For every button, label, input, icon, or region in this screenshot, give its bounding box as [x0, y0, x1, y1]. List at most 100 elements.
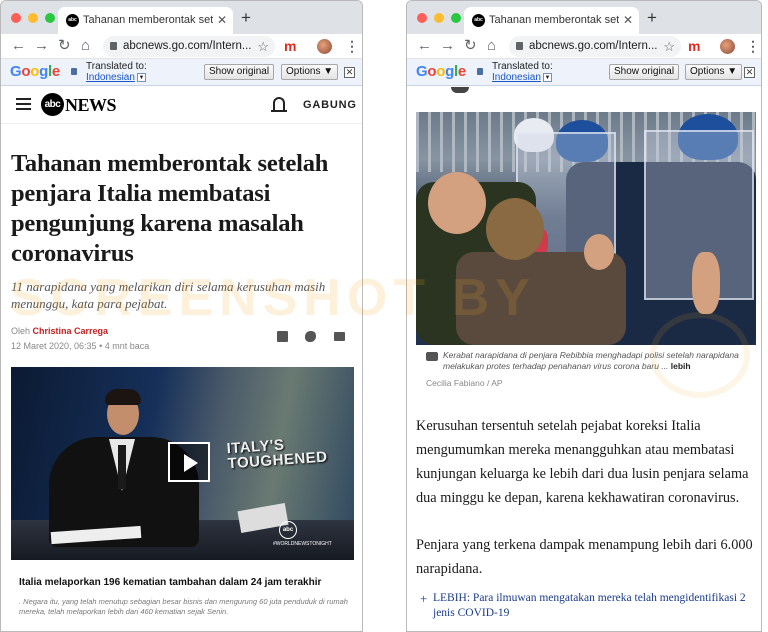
translate-close-icon[interactable]: ✕: [744, 67, 755, 78]
photo-hand: [584, 234, 614, 270]
tab-title: Tahanan memberontak setelah p: [489, 14, 619, 26]
profile-avatar[interactable]: [317, 39, 332, 54]
plus-icon: +: [420, 591, 428, 606]
translate-options-button[interactable]: Options ▼: [685, 64, 743, 80]
translate-lock-icon: [477, 68, 483, 75]
join-link[interactable]: GABUNG: [303, 98, 357, 112]
home-icon[interactable]: ⌂: [487, 37, 496, 55]
email-share-icon[interactable]: [334, 332, 345, 341]
lock-icon: [110, 42, 117, 50]
video-anchor-tie: [118, 445, 126, 489]
browser-toolbar: ← → ↻ ⌂ abcnews.go.com/Intern... ☆ m ⋮: [407, 34, 761, 59]
language-select[interactable]: Indonesian ▼: [492, 72, 552, 83]
hamburger-menu-icon[interactable]: [16, 98, 31, 110]
google-logo: Google: [416, 63, 466, 80]
window-controls: [11, 13, 55, 23]
language-dropdown-icon: ▼: [542, 72, 552, 82]
related-story-link[interactable]: + LEBIH: Para ilmuwan mengatakan mereka …: [420, 591, 753, 621]
translate-bar: Google Translated to: Indonesian ▼ Show o…: [407, 59, 761, 86]
minimize-window-button[interactable]: [434, 13, 444, 23]
browser-toolbar: ← → ↻ ⌂ abcnews.go.com/Intern... ☆ m ⋮: [1, 34, 362, 59]
browser-window-left: abc Tahanan memberontak setelah p ✕ + ← …: [0, 0, 363, 632]
play-icon[interactable]: [168, 442, 210, 482]
maximize-window-button[interactable]: [45, 13, 55, 23]
bell-icon[interactable]: [271, 97, 287, 112]
video-anchor-hair: [105, 389, 141, 405]
tab-bar: abc Tahanan memberontak setelah p ✕ +: [407, 1, 761, 34]
article-subhead: 11 narapidana yang melarikan diri selama…: [11, 279, 326, 311]
article-paragraph: Penjara yang terkena dampak menampung le…: [416, 537, 753, 577]
photo-credit: Cecilia Fabiano / AP: [426, 378, 503, 388]
video-abc-badge: abc: [279, 521, 297, 539]
translate-close-icon[interactable]: ✕: [344, 67, 355, 78]
article-photo[interactable]: [416, 112, 756, 345]
video-description: . Negara itu, yang telah menutup sebagia…: [19, 597, 348, 616]
reload-icon[interactable]: ↻: [464, 37, 477, 55]
close-tab-icon[interactable]: ✕: [217, 7, 227, 34]
article-headline: Tahanan memberontak setelah penjara Ital…: [11, 150, 329, 267]
forward-icon[interactable]: →: [34, 37, 49, 55]
minimize-window-button[interactable]: [28, 13, 38, 23]
video-hashtag: #WORLDNEWSTONIGHT: [273, 541, 332, 547]
maximize-window-button[interactable]: [451, 13, 461, 23]
address-url: abcnews.go.com/Intern...: [123, 40, 252, 52]
browser-menu-icon[interactable]: ⋮: [746, 37, 760, 55]
abc-favicon-icon: abc: [472, 14, 485, 27]
facebook-share-icon[interactable]: [277, 331, 288, 342]
photo-arm: [692, 252, 720, 314]
scrolled-avatar: [451, 87, 469, 93]
new-tab-button[interactable]: +: [647, 8, 657, 28]
caption-more-link[interactable]: lebih: [671, 361, 691, 371]
forward-icon[interactable]: →: [440, 37, 455, 55]
dateline: 12 Maret 2020, 06:35 • 4 mnt baca: [11, 340, 149, 352]
close-window-button[interactable]: [11, 13, 21, 23]
extension-m-icon[interactable]: m: [284, 37, 296, 55]
news-wordmark[interactable]: NEWS: [65, 96, 117, 114]
show-original-button[interactable]: Show original: [204, 64, 275, 80]
bookmark-star-icon[interactable]: ☆: [257, 36, 269, 57]
back-icon[interactable]: ←: [417, 37, 432, 55]
author-link[interactable]: Christina Carrega: [33, 326, 109, 336]
close-window-button[interactable]: [417, 13, 427, 23]
photo-man-hair: [486, 198, 544, 260]
browser-tab[interactable]: abc Tahanan memberontak setelah p ✕: [58, 7, 233, 34]
show-original-button[interactable]: Show original: [609, 64, 680, 80]
lock-icon: [516, 42, 523, 50]
browser-tab[interactable]: abc Tahanan memberontak setelah p ✕: [464, 7, 639, 34]
photo-caption: Kerabat narapidana di penjara Rebibbia m…: [443, 350, 753, 372]
video-title[interactable]: Italia melaporkan 196 kematian tambahan …: [19, 576, 354, 589]
camera-icon: [426, 352, 438, 361]
photo-woman-face: [428, 172, 486, 234]
language-select[interactable]: Indonesian ▼: [86, 72, 146, 83]
translate-bar: Google Translated to: Indonesian ▼ Show o…: [1, 59, 362, 86]
language-value: Indonesian: [86, 72, 135, 83]
language-dropdown-icon: ▼: [136, 72, 146, 82]
read-time: • 4 mnt baca: [99, 341, 150, 351]
translated-to-label: Translated to:: [86, 61, 147, 72]
translate-options-button[interactable]: Options ▼: [281, 64, 339, 80]
article-paragraph: Kerusuhan tersentuh setelah pejabat kore…: [416, 418, 749, 506]
new-tab-button[interactable]: +: [241, 8, 251, 28]
site-header: abc NEWS GABUNG: [1, 86, 362, 124]
reload-icon[interactable]: ↻: [58, 37, 71, 55]
publish-date: 12 Maret 2020, 06:35: [11, 341, 97, 351]
home-icon[interactable]: ⌂: [81, 37, 90, 55]
back-icon[interactable]: ←: [11, 37, 26, 55]
byline: Oleh Christina Carrega: [11, 325, 108, 337]
google-logo: Google: [10, 63, 60, 80]
related-story-text[interactable]: LEBIH: Para ilmuwan mengatakan mereka te…: [433, 592, 746, 619]
bookmark-star-icon[interactable]: ☆: [663, 36, 675, 57]
photo-caption-text: Kerabat narapidana di penjara Rebibbia m…: [443, 350, 739, 371]
translated-to-label: Translated to:: [492, 61, 553, 72]
tab-title: Tahanan memberontak setelah p: [83, 14, 213, 26]
abc-logo[interactable]: abc: [41, 93, 64, 116]
address-bar[interactable]: abcnews.go.com/Intern... ☆: [509, 36, 681, 57]
close-tab-icon[interactable]: ✕: [623, 7, 633, 34]
twitter-share-icon[interactable]: [305, 331, 316, 342]
video-player[interactable]: ITALY'S TOUGHENED abc #WORLDNEWSTONIGHT: [11, 367, 354, 560]
language-value: Indonesian: [492, 72, 541, 83]
profile-avatar[interactable]: [720, 39, 735, 54]
extension-m-icon[interactable]: m: [688, 37, 700, 55]
browser-menu-icon[interactable]: ⋮: [345, 37, 359, 55]
address-bar[interactable]: abcnews.go.com/Intern... ☆: [103, 36, 275, 57]
